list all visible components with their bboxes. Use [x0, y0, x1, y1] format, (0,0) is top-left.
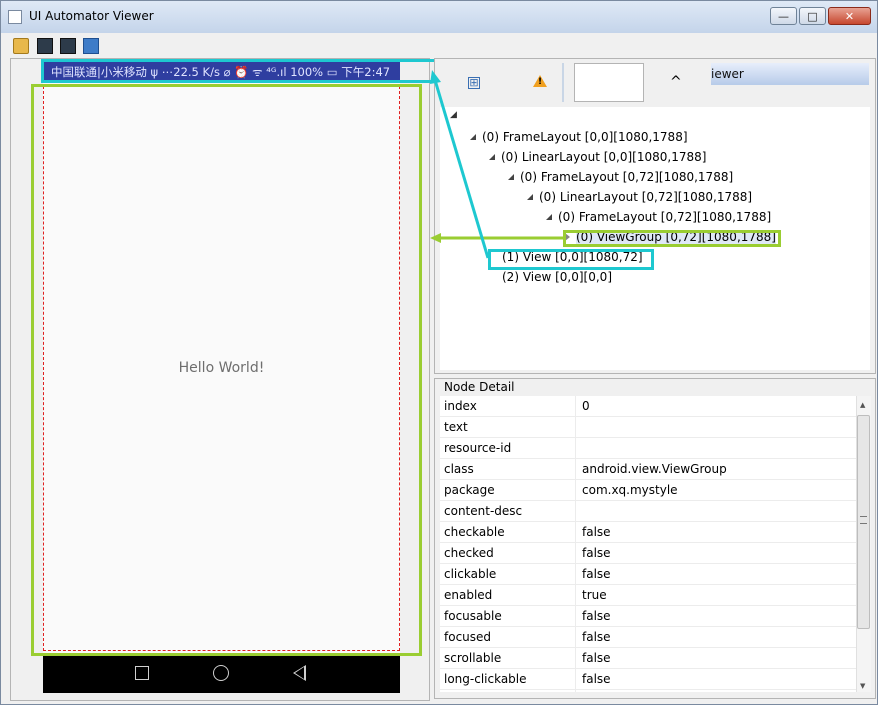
table-row[interactable]: package com.xq.mystyle — [440, 480, 856, 501]
property-value: true — [582, 588, 607, 602]
table-row[interactable]: index 0 — [440, 396, 856, 417]
property-key: resource-id — [444, 441, 512, 455]
tree-node-label: (0) FrameLayout [0,72][1080,1788] — [520, 170, 734, 184]
property-value: false — [582, 651, 611, 665]
property-value: com.xq.mystyle — [582, 483, 678, 497]
node-detail-table: index 0 text resource-id class android.vie… — [440, 396, 856, 692]
viewer-tab[interactable]: iewer — [711, 63, 869, 85]
property-value: false — [582, 567, 611, 581]
property-key: class — [444, 462, 474, 476]
annotation-green-box-tree — [563, 230, 781, 247]
property-value: android.view.ViewGroup — [582, 462, 727, 476]
property-value: false — [582, 525, 611, 539]
property-key: focused — [444, 630, 492, 644]
property-value: 0 — [582, 399, 590, 413]
minimize-button[interactable]: — — [770, 7, 797, 25]
property-key: scrollable — [444, 651, 502, 665]
tree-node-label: (0) LinearLayout [0,72][1080,1788] — [539, 190, 753, 204]
table-row[interactable]: clickable false — [440, 564, 856, 585]
property-key: long-clickable — [444, 672, 527, 686]
property-key: focusable — [444, 609, 502, 623]
device-screenshot-icon[interactable] — [37, 38, 53, 54]
tree-node[interactable]: (0) LinearLayout [0,72][1080,1788] — [527, 190, 752, 204]
column-divider[interactable] — [575, 396, 576, 692]
maximize-button[interactable]: □ — [799, 7, 826, 25]
previous-result-button[interactable]: ^ — [670, 74, 682, 90]
annotation-green-box-screen — [31, 84, 422, 656]
window-controls: — □ ✕ — [770, 7, 871, 25]
property-key: clickable — [444, 567, 497, 581]
annotation-cyan-box-tree — [488, 249, 654, 270]
tree-node[interactable]: (0) FrameLayout [0,0][1080,1788] — [470, 130, 688, 144]
property-key: checkable — [444, 525, 505, 539]
property-key: index — [444, 399, 477, 413]
window-title: UI Automator Viewer — [29, 9, 154, 23]
table-row[interactable]: resource-id — [440, 438, 856, 459]
app-icon — [8, 10, 22, 24]
expand-all-icon[interactable]: ⊞ — [468, 77, 480, 89]
tree-node-label: (2) View [0,0][0,0] — [502, 270, 612, 284]
back-icon — [293, 665, 306, 681]
tree-node-label: (0) LinearLayout [0,0][1080,1788] — [501, 150, 707, 164]
property-key: content-desc — [444, 504, 523, 518]
tree-node[interactable]: (0) LinearLayout [0,0][1080,1788] — [489, 150, 706, 164]
scrollbar-grip-icon — [860, 516, 867, 524]
collapse-icon[interactable] — [489, 154, 495, 160]
property-key: package — [444, 483, 495, 497]
phone-nav-bar — [43, 653, 400, 693]
search-input[interactable] — [574, 63, 644, 102]
table-row[interactable]: focusable false — [440, 606, 856, 627]
property-value: false — [582, 609, 611, 623]
table-row[interactable]: scrollable false — [440, 648, 856, 669]
tree-node[interactable]: (0) FrameLayout [0,72][1080,1788] — [508, 170, 733, 184]
table-row[interactable]: class android.view.ViewGroup — [440, 459, 856, 480]
table-row[interactable]: enabled true — [440, 585, 856, 606]
device-screenshot-compressed-icon[interactable] — [60, 38, 76, 54]
tree-node[interactable]: (0) FrameLayout [0,72][1080,1788] — [546, 210, 771, 224]
warning-mark: ! — [538, 77, 543, 87]
collapse-icon[interactable] — [508, 174, 514, 180]
scroll-down-icon[interactable]: ▼ — [860, 682, 865, 690]
property-key: text — [444, 420, 468, 434]
main-toolbar — [1, 33, 877, 57]
tree-node-label: (0) FrameLayout [0,0][1080,1788] — [482, 130, 688, 144]
table-row[interactable]: long-clickable false — [440, 669, 856, 690]
tree-node-label: (0) FrameLayout [0,72][1080,1788] — [558, 210, 772, 224]
open-icon[interactable] — [13, 38, 29, 54]
toolbar-separator — [562, 63, 564, 102]
tree-node[interactable]: (2) View [0,0][0,0] — [502, 270, 612, 284]
recent-apps-icon — [135, 666, 149, 680]
home-icon — [213, 665, 229, 681]
annotation-cyan-box-statusbar — [41, 59, 447, 83]
property-value: false — [582, 630, 611, 644]
property-value: false — [582, 546, 611, 560]
collapse-icon[interactable] — [470, 134, 476, 140]
collapse-icon[interactable] — [546, 214, 552, 220]
title-bar: UI Automator Viewer — □ ✕ — [1, 1, 877, 33]
node-detail-title: Node Detail — [444, 380, 515, 394]
table-row[interactable]: content-desc — [440, 501, 856, 522]
table-row[interactable]: focused false — [440, 627, 856, 648]
table-row[interactable]: checked false — [440, 543, 856, 564]
property-key: enabled — [444, 588, 493, 602]
scroll-up-icon[interactable]: ▲ — [860, 401, 865, 409]
table-row[interactable]: checkable false — [440, 522, 856, 543]
property-value: false — [582, 672, 611, 686]
property-key: checked — [444, 546, 494, 560]
tree-root-marker[interactable]: ◢ — [450, 110, 457, 120]
close-button[interactable]: ✕ — [828, 7, 871, 25]
table-row[interactable]: text — [440, 417, 856, 438]
save-icon[interactable] — [83, 38, 99, 54]
collapse-icon[interactable] — [527, 194, 533, 200]
